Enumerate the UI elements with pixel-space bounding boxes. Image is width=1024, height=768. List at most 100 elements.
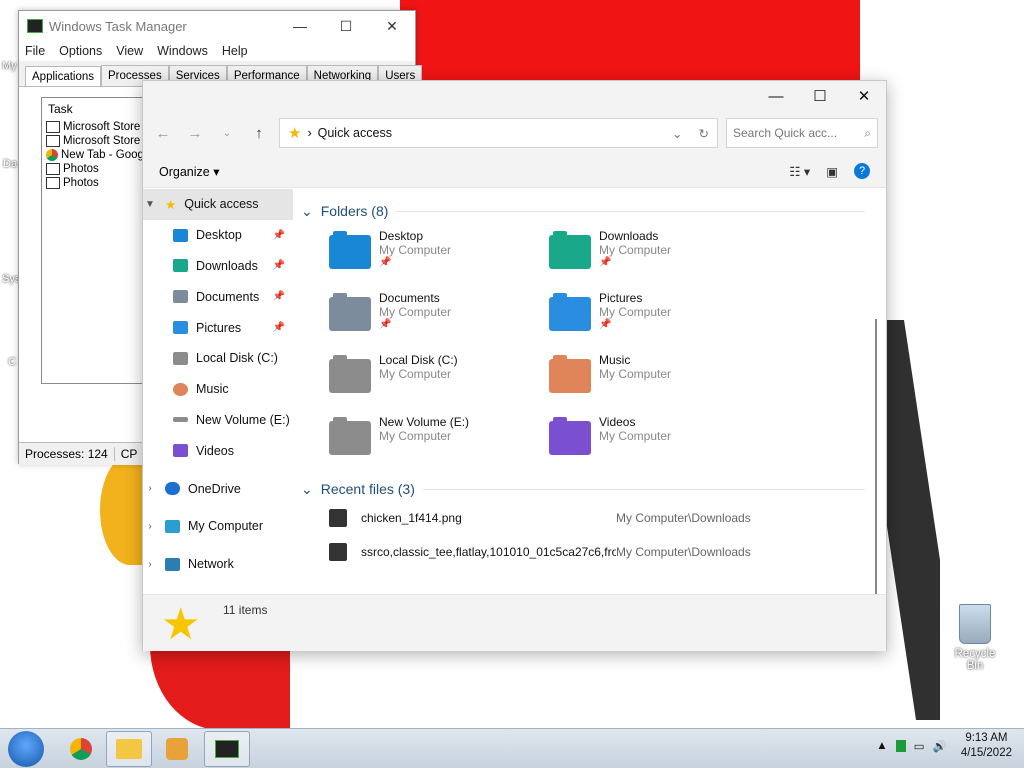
minimize-icon[interactable]: — (754, 88, 798, 105)
sidebar-item-network[interactable]: › Network (143, 549, 293, 580)
breadcrumb-quick-access[interactable]: Quick access (318, 126, 392, 140)
task-name: New Tab - Goog (61, 149, 144, 161)
sidebar-item-pictures[interactable]: Pictures 📌 (143, 312, 293, 343)
computer-icon (165, 519, 180, 533)
recent-file-row[interactable]: ssrco,classic_tee,flatlay,101010_01c5ca2… (329, 535, 883, 569)
section-divider (396, 210, 865, 212)
recycle-bin[interactable]: Recycle Bin (945, 604, 1005, 672)
folder-tile[interactable]: Music My Computer (549, 353, 769, 407)
pin-icon: 📌 (272, 229, 285, 241)
folder-tile[interactable]: New Volume (E:) My Computer (329, 415, 549, 469)
folder-tile[interactable]: Pictures My Computer 📌 (549, 291, 769, 345)
file-name: chicken_1f414.png (361, 511, 462, 525)
minimize-icon[interactable]: — (277, 18, 323, 35)
expand-chevron-icon[interactable]: ▼ (143, 199, 157, 210)
folder-location: My Computer (599, 305, 672, 319)
sidebar-item-videos[interactable]: Videos (143, 435, 293, 466)
folder-location: My Computer (379, 367, 452, 381)
sidebar-item-documents[interactable]: Documents 📌 (143, 281, 293, 312)
maximize-icon[interactable]: ☐ (798, 87, 842, 105)
menu-options[interactable]: Options (59, 44, 102, 58)
recycle-bin-icon (959, 604, 991, 644)
taskbar-explorer-button[interactable] (106, 731, 152, 767)
clock[interactable]: 9:13 AM 4/15/2022 (961, 731, 1012, 761)
back-arrow-icon[interactable]: ← (151, 125, 175, 142)
up-arrow-icon[interactable]: ↑ (247, 125, 271, 142)
desktop-icon-label[interactable]: My (2, 60, 17, 72)
close-icon[interactable]: ✕ (842, 87, 886, 105)
task-name: Photos (63, 177, 99, 189)
task-manager-tray-icon[interactable] (895, 740, 906, 752)
forward-arrow-icon[interactable]: → (183, 125, 207, 142)
sidebar-item-desktop[interactable]: Desktop 📌 (143, 220, 293, 251)
pin-icon: 📌 (272, 260, 285, 272)
folders-section-header[interactable]: ⌄ Folders (8) (293, 199, 883, 223)
refresh-icon[interactable]: ↻ (699, 126, 709, 141)
menu-file[interactable]: File (25, 44, 45, 58)
task-manager-titlebar[interactable]: Windows Task Manager — ☐ ✕ (19, 11, 415, 41)
show-hidden-icons-icon[interactable]: ▲ (876, 740, 887, 752)
folder-tile[interactable]: Videos My Computer (549, 415, 769, 469)
sidebar-item-local-disk[interactable]: Local Disk (C:) (143, 343, 293, 374)
maximize-icon[interactable]: ☐ (323, 18, 369, 35)
taskbar-chrome-button[interactable] (58, 731, 104, 767)
pin-icon: 📌 (272, 322, 285, 334)
collapse-chevron-icon[interactable]: ⌄ (301, 203, 313, 220)
search-input[interactable]: Search Quick acc... ⌕ (726, 118, 878, 148)
expand-chevron-icon[interactable]: › (143, 559, 157, 570)
sidebar-item-onedrive[interactable]: › OneDrive (143, 473, 293, 504)
window-icon (46, 163, 60, 175)
sidebar-item-downloads[interactable]: Downloads 📌 (143, 251, 293, 282)
sidebar-item-quick-access[interactable]: ▼ ★ Quick access (143, 189, 293, 220)
collapse-chevron-icon[interactable]: ⌄ (301, 481, 313, 498)
downloads-folder-icon (549, 231, 591, 269)
expand-chevron-icon[interactable]: › (143, 521, 157, 532)
folder-tile[interactable]: Desktop My Computer 📌 (329, 229, 549, 283)
explorer-titlebar[interactable]: — ☐ ✕ (143, 81, 886, 111)
menu-windows[interactable]: Windows (157, 44, 208, 58)
taskbar: ▲ ▭ 🔊 9:13 AM 4/15/2022 (0, 728, 1024, 768)
clock-time: 9:13 AM (965, 732, 1008, 744)
recent-locations-chevron-icon[interactable]: ⌄ (215, 128, 239, 139)
taskbar-media-player-button[interactable] (154, 731, 200, 767)
drive-icon (329, 355, 371, 393)
pin-icon: 📌 (379, 257, 392, 268)
close-icon[interactable]: ✕ (369, 18, 415, 35)
preview-pane-icon[interactable]: ▣ (826, 164, 838, 179)
folder-name: New Volume (E:) (379, 415, 470, 429)
folders-grid: Desktop My Computer 📌 Downloads My Computer… (329, 229, 883, 469)
view-options-icon[interactable]: ☷ ▾ (789, 164, 810, 179)
drive-icon (173, 351, 188, 365)
file-explorer-window: — ☐ ✕ ← → ⌄ ↑ ★ › Quick access ⌄ ↻ Searc… (142, 80, 887, 651)
desktop-folder-icon (173, 228, 188, 242)
menu-help[interactable]: Help (222, 44, 248, 58)
folder-tile[interactable]: Documents My Computer 📌 (329, 291, 549, 345)
network-icon[interactable]: ▭ (914, 739, 925, 753)
sidebar-item-label: Pictures (196, 320, 242, 335)
address-box[interactable]: ★ › Quick access ⌄ ↻ (279, 118, 718, 148)
sidebar-item-music[interactable]: Music (143, 374, 293, 405)
folder-tile[interactable]: Downloads My Computer 📌 (549, 229, 769, 283)
recent-file-row[interactable]: chicken_1f414.png My Computer\Downloads (329, 501, 883, 535)
folder-tile[interactable]: Local Disk (C:) My Computer (329, 353, 549, 407)
desktop-icon-label[interactable]: Da (3, 158, 17, 170)
task-manager-title: Windows Task Manager (49, 18, 187, 34)
help-icon[interactable]: ? (854, 163, 870, 179)
sidebar-item-label: Quick access (184, 197, 259, 212)
menu-view[interactable]: View (116, 44, 143, 58)
folder-name: Downloads (599, 229, 659, 243)
desktop-icon-label[interactable]: C (8, 356, 16, 368)
expand-chevron-icon[interactable]: › (143, 483, 157, 494)
tab-applications[interactable]: Applications (25, 66, 102, 87)
start-button[interactable] (8, 731, 44, 767)
recent-files-section-header[interactable]: ⌄ Recent files (3) (293, 477, 883, 501)
taskbar-task-manager-button[interactable] (204, 731, 250, 767)
task-manager-menubar: File Options View Windows Help (19, 41, 415, 61)
sidebar-item-new-volume[interactable]: New Volume (E:) (143, 405, 293, 436)
volume-icon[interactable]: 🔊 (933, 739, 947, 753)
wallpaper-shadow-shape (880, 320, 940, 720)
address-dropdown-icon[interactable]: ⌄ (672, 126, 682, 141)
sidebar-item-label: OneDrive (188, 481, 241, 496)
sidebar-item-my-computer[interactable]: › My Computer (143, 511, 293, 542)
organize-button[interactable]: Organize ▾ (159, 164, 219, 179)
